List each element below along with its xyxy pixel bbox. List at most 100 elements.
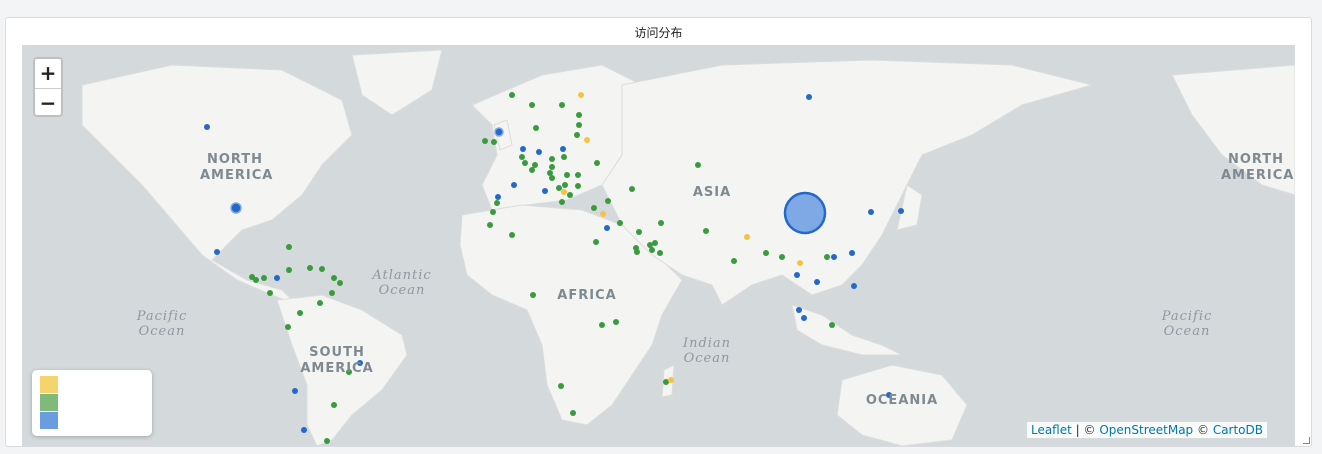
visit-marker-blue[interactable]	[796, 307, 802, 313]
visit-marker-green[interactable]	[570, 410, 576, 416]
cartodb-link[interactable]: CartoDB	[1213, 423, 1263, 437]
visit-marker-blue[interactable]	[301, 427, 307, 433]
visit-marker-green[interactable]	[494, 200, 500, 206]
visit-marker-green[interactable]	[658, 220, 664, 226]
visit-marker-blue[interactable]	[495, 194, 501, 200]
visit-marker-green[interactable]	[559, 199, 565, 205]
legend-swatch-green[interactable]	[40, 394, 58, 411]
visit-marker-blue[interactable]	[849, 250, 855, 256]
visit-marker-green[interactable]	[647, 242, 653, 248]
visit-marker-green[interactable]	[549, 164, 555, 170]
visit-marker-green[interactable]	[695, 162, 701, 168]
visit-marker-blue[interactable]	[274, 275, 280, 281]
visit-marker-green[interactable]	[576, 122, 582, 128]
visit-marker-green[interactable]	[824, 254, 830, 260]
visit-marker-blue[interactable]	[560, 146, 566, 152]
visit-marker-green[interactable]	[613, 319, 619, 325]
visit-marker-green[interactable]	[509, 92, 515, 98]
world-map[interactable]: NORTH AMERICA NORTH AMERICA SOUTH AMERIC…	[22, 45, 1295, 446]
leaflet-link[interactable]: Leaflet	[1031, 423, 1072, 437]
visit-marker-green[interactable]	[574, 132, 580, 138]
visit-marker-green[interactable]	[763, 250, 769, 256]
visit-marker-green[interactable]	[509, 232, 515, 238]
visit-marker-large[interactable]	[783, 191, 827, 235]
visit-marker-green[interactable]	[575, 183, 581, 189]
visit-marker-green[interactable]	[267, 290, 273, 296]
visit-marker-green[interactable]	[633, 245, 639, 251]
visit-marker-green[interactable]	[636, 229, 642, 235]
visit-marker-green[interactable]	[567, 192, 573, 198]
visit-marker-green[interactable]	[319, 266, 325, 272]
visit-marker-green[interactable]	[286, 267, 292, 273]
visit-marker-green[interactable]	[331, 275, 337, 281]
visit-marker-green[interactable]	[558, 383, 564, 389]
visit-marker-green[interactable]	[564, 172, 570, 178]
visit-marker-green[interactable]	[286, 244, 292, 250]
visit-marker-green[interactable]	[519, 154, 525, 160]
visit-marker-blue[interactable]	[604, 225, 610, 231]
visit-marker-green[interactable]	[491, 139, 497, 145]
visit-marker-yellow[interactable]	[744, 234, 750, 240]
visit-marker-green[interactable]	[594, 160, 600, 166]
visit-marker-green[interactable]	[593, 239, 599, 245]
visit-marker-blue[interactable]	[868, 209, 874, 215]
visit-marker-green[interactable]	[317, 300, 323, 306]
visit-marker-green[interactable]	[575, 172, 581, 178]
visit-marker-green[interactable]	[337, 280, 343, 286]
visit-marker-green[interactable]	[285, 324, 291, 330]
legend-swatch-blue[interactable]	[40, 412, 58, 429]
visit-marker-blue[interactable]	[204, 124, 210, 130]
visit-marker-green[interactable]	[329, 290, 335, 296]
visit-marker-green[interactable]	[522, 160, 528, 166]
zoom-out-button[interactable]: −	[35, 89, 61, 118]
visit-marker-green[interactable]	[253, 277, 259, 283]
visit-marker-green[interactable]	[617, 220, 623, 226]
visit-marker-blue[interactable]	[292, 388, 298, 394]
visit-marker-green[interactable]	[307, 265, 313, 271]
visit-marker-green[interactable]	[549, 156, 555, 162]
visit-marker-yellow[interactable]	[561, 189, 567, 195]
visit-marker-yellow[interactable]	[797, 260, 803, 266]
visit-marker-blue[interactable]	[511, 182, 517, 188]
visit-marker-blue[interactable]	[536, 149, 542, 155]
visit-marker-green[interactable]	[561, 154, 567, 160]
visit-marker-green[interactable]	[324, 438, 330, 444]
visit-marker-yellow[interactable]	[600, 211, 606, 217]
visit-marker-green[interactable]	[829, 322, 835, 328]
visit-marker-green[interactable]	[591, 205, 597, 211]
osm-link[interactable]: OpenStreetMap	[1099, 423, 1193, 437]
visit-marker-blue[interactable]	[230, 202, 242, 214]
visit-marker-blue[interactable]	[814, 279, 820, 285]
visit-marker-blue[interactable]	[494, 127, 504, 137]
visit-marker-green[interactable]	[703, 228, 709, 234]
visit-marker-yellow[interactable]	[584, 137, 590, 143]
resize-handle-icon[interactable]	[1303, 437, 1310, 444]
visit-marker-green[interactable]	[599, 322, 605, 328]
visit-marker-blue[interactable]	[831, 254, 837, 260]
visit-marker-green[interactable]	[562, 182, 568, 188]
visit-marker-blue[interactable]	[801, 315, 807, 321]
visit-marker-green[interactable]	[529, 102, 535, 108]
visit-marker-blue[interactable]	[794, 272, 800, 278]
visit-marker-green[interactable]	[297, 310, 303, 316]
visit-marker-green[interactable]	[556, 185, 562, 191]
visit-marker-green[interactable]	[549, 175, 555, 181]
visit-marker-yellow[interactable]	[668, 377, 674, 383]
visit-marker-green[interactable]	[605, 198, 611, 204]
visit-marker-green[interactable]	[731, 258, 737, 264]
visit-marker-green[interactable]	[779, 254, 785, 260]
visit-marker-blue[interactable]	[542, 188, 548, 194]
visit-marker-green[interactable]	[576, 112, 582, 118]
visit-marker-green[interactable]	[533, 125, 539, 131]
visit-marker-blue[interactable]	[520, 146, 526, 152]
visit-marker-green[interactable]	[482, 138, 488, 144]
visit-marker-green[interactable]	[261, 275, 267, 281]
legend-swatch-yellow[interactable]	[40, 376, 58, 393]
zoom-in-button[interactable]: +	[35, 59, 61, 89]
visit-marker-green[interactable]	[529, 167, 535, 173]
visit-marker-green[interactable]	[530, 292, 536, 298]
visit-marker-green[interactable]	[629, 186, 635, 192]
visit-marker-green[interactable]	[657, 250, 663, 256]
visit-marker-yellow[interactable]	[578, 92, 584, 98]
visit-marker-blue[interactable]	[806, 94, 812, 100]
